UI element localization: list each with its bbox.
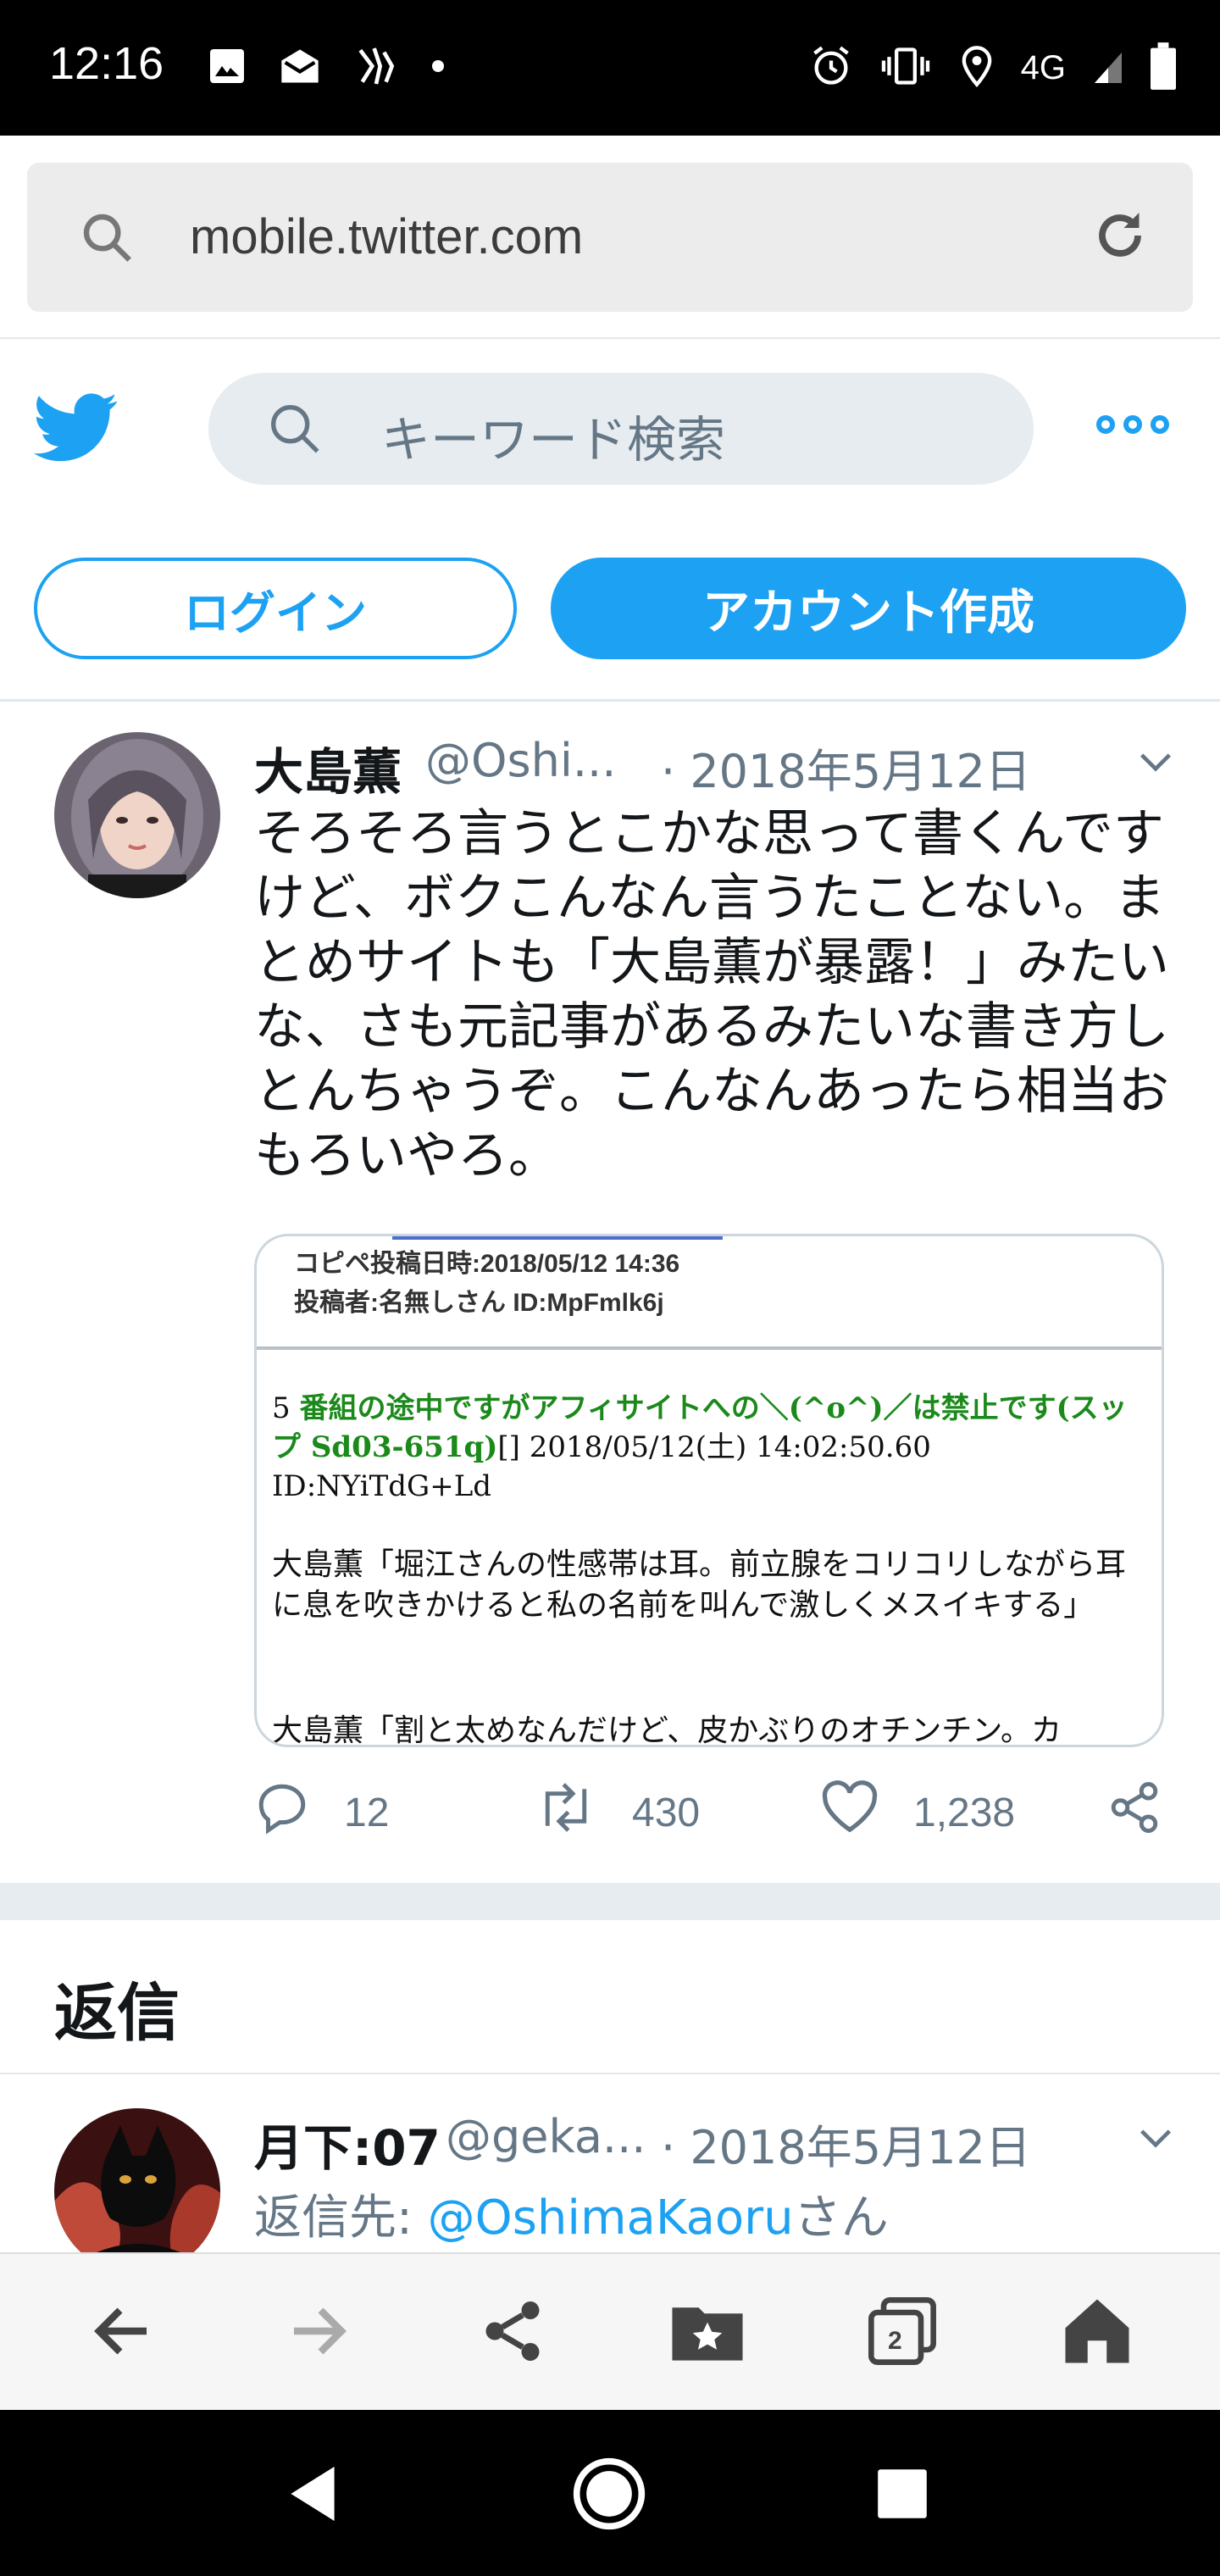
back-button[interactable] xyxy=(85,2295,161,2371)
browser-toolbar: 2 xyxy=(0,2252,1220,2410)
arrow-right-icon xyxy=(282,2296,353,2370)
share-icon xyxy=(477,2296,548,2370)
link-underline xyxy=(392,1236,723,1240)
avatar[interactable] xyxy=(54,2108,220,2252)
url-text: mobile.twitter.com xyxy=(190,209,584,264)
replies-header: 返信 xyxy=(0,1920,1220,2074)
tabs-button[interactable]: 2 xyxy=(864,2295,940,2371)
twitter-search-input[interactable]: キーワード検索 xyxy=(208,373,1034,485)
forward-button[interactable] xyxy=(280,2295,356,2371)
tweet-date[interactable]: · 2018年5月12日 xyxy=(661,2110,1031,2177)
vibrate-icon xyxy=(879,44,933,92)
author-name[interactable]: 大島薫 xyxy=(254,732,402,803)
reply-to-line: 返信先: @OshimaKaoruさん xyxy=(254,2179,889,2248)
section-divider xyxy=(0,1883,1220,1920)
battery-icon xyxy=(1151,42,1176,93)
home-icon xyxy=(1059,2293,1135,2373)
share-icon xyxy=(1106,1779,1162,1846)
reload-icon[interactable] xyxy=(1090,205,1151,269)
circle-home-icon xyxy=(570,2455,648,2536)
search-placeholder: キーワード検索 xyxy=(381,411,726,469)
post-body: 大島薫「堀江さんの性感帯は耳。前立腺をコリコリしながら耳に息を吹きかけると私の名… xyxy=(272,1547,1127,1623)
chevron-down-icon[interactable] xyxy=(1132,737,1179,788)
reply-header: 月下:07 @geka... · 2018年5月12日 xyxy=(254,2108,1186,2179)
media-meta-date: コピペ投稿日時:2018/05/12 14:36 xyxy=(294,1250,680,1278)
media-separator xyxy=(257,1346,1162,1350)
status-bar: 12:16 4G xyxy=(0,0,1220,136)
bookmarks-button[interactable] xyxy=(669,2295,746,2371)
retweet-count: 430 xyxy=(632,1790,701,1835)
replies-title: 返信 xyxy=(54,1977,180,2050)
reply-icon xyxy=(254,1779,310,1846)
signup-button[interactable]: アカウント作成 xyxy=(551,558,1186,659)
reply-to-suffix: さん xyxy=(793,2190,889,2246)
nav-back-button[interactable] xyxy=(274,2457,351,2534)
twitter-bird-icon[interactable] xyxy=(34,390,119,469)
retweet-icon xyxy=(534,1779,598,1846)
nav-recents-button[interactable] xyxy=(864,2457,940,2534)
signal-icon xyxy=(1091,46,1125,90)
author-handle[interactable]: @geka... xyxy=(446,2110,646,2163)
media-meta-poster: 投稿者:名無しさん ID:MpFmlk6j xyxy=(294,1289,664,1317)
system-navigation-bar xyxy=(0,2410,1220,2576)
app-notification-icon xyxy=(352,42,400,93)
tweet-date[interactable]: · 2018年5月12日 xyxy=(661,734,1031,801)
reply-to-label: 返信先: xyxy=(254,2190,428,2246)
arrow-left-icon xyxy=(87,2296,158,2370)
more-options-icon[interactable] xyxy=(1096,415,1169,434)
tweet-media-image[interactable]: コピペ投稿日時:2018/05/12 14:36 投稿者:名無しさん ID:Mp… xyxy=(254,1234,1164,1747)
search-icon xyxy=(80,210,134,268)
like-button[interactable]: 1,238 xyxy=(820,1779,1015,1846)
post-body-cut: 大島薫「割と太めなんだけど、皮かぶりのオチンチン。カ xyxy=(272,1713,1062,1747)
triangle-back-icon xyxy=(286,2463,340,2528)
reply-count: 12 xyxy=(344,1790,390,1835)
tweet-text: そろそろ言うとこかな思って書くんですけど、ボクこんなん言うたことない。まとめサイ… xyxy=(254,804,1169,1185)
status-time: 12:16 xyxy=(49,38,164,89)
chevron-down-icon[interactable] xyxy=(1132,2113,1179,2164)
author-name[interactable]: 月下:07 xyxy=(254,2108,441,2179)
mail-icon xyxy=(278,46,322,90)
home-button[interactable] xyxy=(1059,2295,1135,2371)
more-notifications-dot-icon xyxy=(430,58,446,77)
reply-button[interactable]: 12 xyxy=(254,1779,389,1846)
tab-count: 2 xyxy=(888,2327,902,2355)
bookmark-folder-icon xyxy=(669,2296,746,2370)
browser-address-bar: mobile.twitter.com xyxy=(0,136,1220,339)
avatar[interactable] xyxy=(54,732,220,898)
tweet-actions: 12 430 1,238 xyxy=(254,1779,1186,1856)
share-page-button[interactable] xyxy=(474,2295,551,2371)
tabs-icon xyxy=(865,2294,940,2372)
login-button[interactable]: ログイン xyxy=(34,558,517,659)
nav-home-button[interactable] xyxy=(571,2457,647,2534)
twitter-header: キーワード検索 ログイン アカウント作成 xyxy=(0,339,1220,702)
post-header: 5 番組の途中ですがアフィサイトへの＼(^o^)／は禁止です(スップ Sd03-… xyxy=(272,1389,1145,1506)
tweet[interactable]: 大島薫 @Oshi... · 2018年5月12日 そろそろ言うとこかな思って書… xyxy=(0,702,1220,1881)
reply-to-mention[interactable]: @OshimaKaoru xyxy=(428,2190,794,2246)
media-meta: コピペ投稿日時:2018/05/12 14:36 投稿者:名無しさん ID:Mp… xyxy=(294,1245,679,1323)
retweet-button[interactable]: 430 xyxy=(534,1779,700,1846)
like-count: 1,238 xyxy=(913,1790,1016,1835)
search-icon xyxy=(268,402,322,459)
image-icon xyxy=(207,46,247,90)
network-type: 4G xyxy=(1020,48,1066,86)
square-recents-icon xyxy=(875,2467,929,2524)
reply-tweet[interactable]: 月下:07 @geka... · 2018年5月12日 返信先: @Oshima… xyxy=(0,2074,1220,2252)
alarm-icon xyxy=(809,44,853,92)
share-button[interactable] xyxy=(1106,1779,1162,1846)
post-number: 5 xyxy=(272,1391,300,1425)
author-handle[interactable]: @Oshi... xyxy=(425,734,616,787)
tweet-header: 大島薫 @Oshi... · 2018年5月12日 xyxy=(254,732,1186,803)
heart-icon xyxy=(820,1779,879,1846)
url-field[interactable]: mobile.twitter.com xyxy=(27,163,1193,312)
location-icon xyxy=(958,44,995,92)
